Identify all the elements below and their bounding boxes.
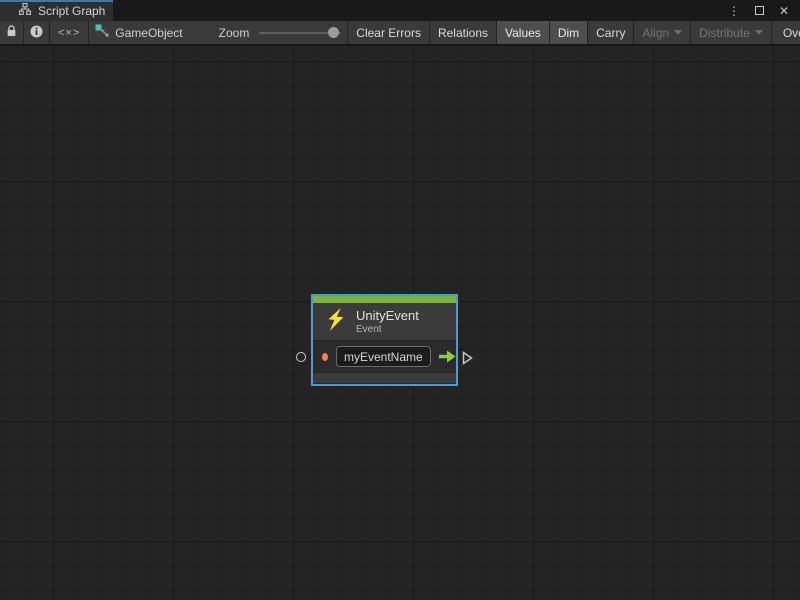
unity-event-node[interactable]: UnityEvent Event — [311, 294, 458, 386]
close-icon[interactable]: ✕ — [776, 3, 792, 19]
clear-errors-button[interactable]: Clear Errors — [348, 21, 430, 44]
script-graph-window: Script Graph ⋮ ✕ — [0, 0, 800, 600]
angle-brackets-x-icon: <×> — [58, 27, 80, 39]
lock-button[interactable] — [0, 21, 24, 44]
node-title: UnityEvent — [356, 309, 419, 323]
info-icon — [30, 25, 43, 41]
dim-toggle[interactable]: Dim — [550, 21, 588, 44]
tab-title: Script Graph — [38, 4, 105, 18]
chevron-down-icon — [674, 30, 682, 35]
tab-script-graph[interactable]: Script Graph — [0, 0, 113, 21]
graph-icon — [19, 2, 31, 20]
distribute-dropdown[interactable]: Distribute — [691, 21, 772, 44]
carry-toggle[interactable]: Carry — [588, 21, 634, 44]
lightning-bolt-icon — [326, 307, 345, 337]
node-footer — [313, 372, 456, 383]
graph-toolbar: <×> GameObject Zoom 1x Clear Errors Rela… — [0, 21, 800, 45]
lock-icon — [6, 25, 17, 40]
zoom-slider-label: Zoom — [219, 26, 250, 40]
chevron-down-icon — [755, 30, 763, 35]
event-accent-bar — [313, 296, 456, 303]
zoom-slider[interactable] — [259, 27, 341, 39]
overview-button[interactable]: Overview — [772, 21, 800, 44]
gameobject-label[interactable]: GameObject — [115, 26, 182, 40]
output-port-triangle[interactable] — [462, 351, 473, 370]
zoom-slider-knob[interactable] — [328, 27, 339, 38]
node-subtitle: Event — [356, 324, 419, 335]
node-header[interactable]: UnityEvent Event — [313, 303, 456, 341]
control-output-arrow-icon[interactable] — [438, 350, 456, 363]
window-controls: ⋮ ✕ — [726, 0, 800, 21]
info-button[interactable] — [24, 21, 50, 44]
active-tab-indicator — [0, 0, 113, 2]
align-dropdown[interactable]: Align — [634, 21, 691, 44]
maximize-icon[interactable] — [751, 3, 767, 19]
distribute-label: Distribute — [699, 26, 750, 40]
value-input-port-icon[interactable] — [322, 353, 328, 361]
tab-bar: Script Graph ⋮ ✕ — [0, 0, 800, 21]
input-port-circle[interactable] — [296, 352, 306, 362]
gameobject-icon — [95, 24, 109, 42]
event-name-input[interactable] — [336, 346, 431, 367]
edit-source-button[interactable]: <×> — [50, 21, 89, 44]
window-menu-icon[interactable]: ⋮ — [726, 3, 742, 19]
relations-toggle[interactable]: Relations — [430, 21, 497, 44]
values-toggle[interactable]: Values — [497, 21, 550, 44]
align-label: Align — [642, 26, 669, 40]
graph-canvas[interactable]: UnityEvent Event — [0, 46, 800, 600]
node-port-row — [313, 341, 456, 372]
graph-context-group: GameObject Zoom 1x — [89, 21, 348, 44]
